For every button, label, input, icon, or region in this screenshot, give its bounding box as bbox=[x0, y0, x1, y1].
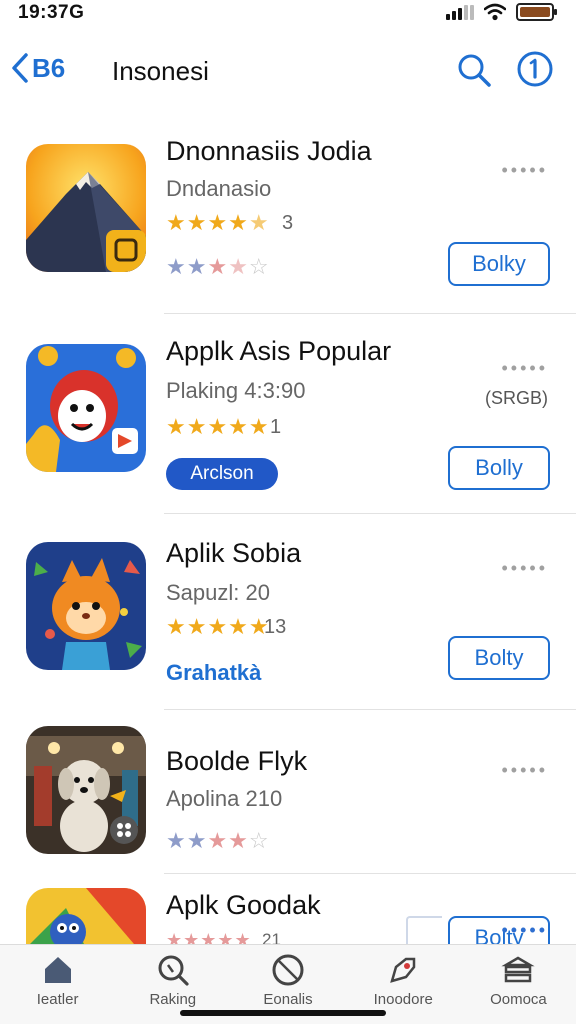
app-name: Applk Asis Popular bbox=[166, 336, 392, 366]
list-item[interactable]: Aplk Goodak ••••• bbox=[0, 874, 576, 944]
list-item[interactable]: Boolde Flyk Apolina 210 ★★★★☆ ••••• Bolt… bbox=[0, 710, 576, 960]
info-button[interactable] bbox=[516, 50, 554, 93]
page-title: Insonesi bbox=[112, 56, 209, 86]
get-button[interactable]: Bolly bbox=[448, 446, 550, 490]
app-subtitle: Sapuzl: 20 bbox=[166, 580, 270, 605]
rating-stars: ★★★★★ bbox=[166, 614, 270, 639]
back-label: B6 bbox=[32, 52, 66, 83]
more-options-button[interactable]: ••••• bbox=[501, 358, 548, 379]
app-icon-fox[interactable] bbox=[26, 542, 146, 670]
more-options-button[interactable]: ••••• bbox=[501, 920, 548, 941]
info-icon bbox=[517, 51, 553, 87]
category-pill-button[interactable]: Arclson bbox=[166, 458, 278, 490]
list-item[interactable]: Aplik Sobia Sapuzl: 20 ★★★★★ 13 Grahatkà… bbox=[0, 514, 576, 710]
rating-count: 1 bbox=[270, 416, 282, 438]
get-button[interactable]: Bolky bbox=[448, 242, 550, 286]
list-item[interactable]: Applk Asis Popular Plaking 4:3:90 ★★★★★ … bbox=[0, 314, 576, 514]
more-options-button[interactable]: ••••• bbox=[501, 558, 548, 579]
tab-home[interactable]: Ieatler bbox=[0, 945, 115, 1024]
tab-label: Oomoca bbox=[490, 991, 547, 1008]
app-icon-dog[interactable] bbox=[26, 726, 146, 854]
status-bar: 19:37G bbox=[0, 0, 576, 28]
get-button[interactable]: Bolty bbox=[448, 636, 550, 680]
secondary-rating-stars: ★★★★☆ bbox=[166, 254, 270, 279]
side-note: (SRGB) bbox=[485, 388, 548, 408]
home-icon bbox=[44, 957, 71, 983]
status-icons bbox=[446, 3, 557, 21]
rating-count: 3 bbox=[282, 212, 294, 234]
search-icon bbox=[158, 955, 189, 986]
home-indicator bbox=[180, 1010, 386, 1016]
tab-label: Inoodore bbox=[373, 991, 433, 1008]
developer-link[interactable]: Grahatkà bbox=[166, 660, 261, 686]
app-icon-mascot[interactable] bbox=[26, 344, 146, 472]
rating-stars: ★★★★★ bbox=[166, 210, 270, 235]
back-button[interactable]: B6 bbox=[10, 52, 65, 84]
app-icon-bird[interactable] bbox=[26, 888, 146, 944]
compass-icon bbox=[272, 954, 304, 986]
signal-icon bbox=[446, 4, 474, 20]
app-subtitle: Dndanasio bbox=[166, 176, 272, 201]
nav-bar: B6 Insonesi bbox=[0, 44, 576, 100]
wifi-icon bbox=[484, 3, 506, 21]
app-subtitle: Plaking 4:3:90 bbox=[166, 378, 306, 403]
app-name: Aplik Sobia bbox=[166, 538, 302, 568]
tab-label: Eonalis bbox=[263, 991, 313, 1008]
status-time: 19:37G bbox=[18, 2, 85, 23]
search-button[interactable] bbox=[456, 52, 492, 93]
tab-label: Ieatler bbox=[36, 991, 79, 1008]
app-name: Dnonnasiis Jodia bbox=[166, 136, 372, 166]
rocket-icon bbox=[390, 957, 416, 983]
app-subtitle: Apolina 210 bbox=[166, 786, 283, 811]
list-item[interactable]: Dnonnasiis Jodia Dndanasio ★★★★★ 3 ★★★★☆… bbox=[0, 112, 576, 314]
chevron-left-icon bbox=[12, 53, 28, 83]
app-name: Boolde Flyk bbox=[166, 746, 308, 776]
app-name: Aplk Goodak bbox=[166, 890, 321, 920]
stack-icon bbox=[501, 956, 536, 983]
rating-stars: ★★★★★ bbox=[166, 414, 270, 439]
rating-count: 13 bbox=[264, 616, 287, 638]
rating-stars: ★★★★☆ bbox=[166, 828, 270, 853]
more-options-button[interactable]: ••••• bbox=[501, 760, 548, 781]
app-icon-mountain[interactable] bbox=[26, 144, 146, 272]
more-options-button[interactable]: ••••• bbox=[501, 160, 548, 181]
tab-label: Raking bbox=[149, 991, 197, 1008]
search-icon bbox=[458, 54, 491, 87]
tab-more[interactable]: Oomoca bbox=[461, 945, 576, 1024]
battery-icon bbox=[516, 3, 557, 21]
